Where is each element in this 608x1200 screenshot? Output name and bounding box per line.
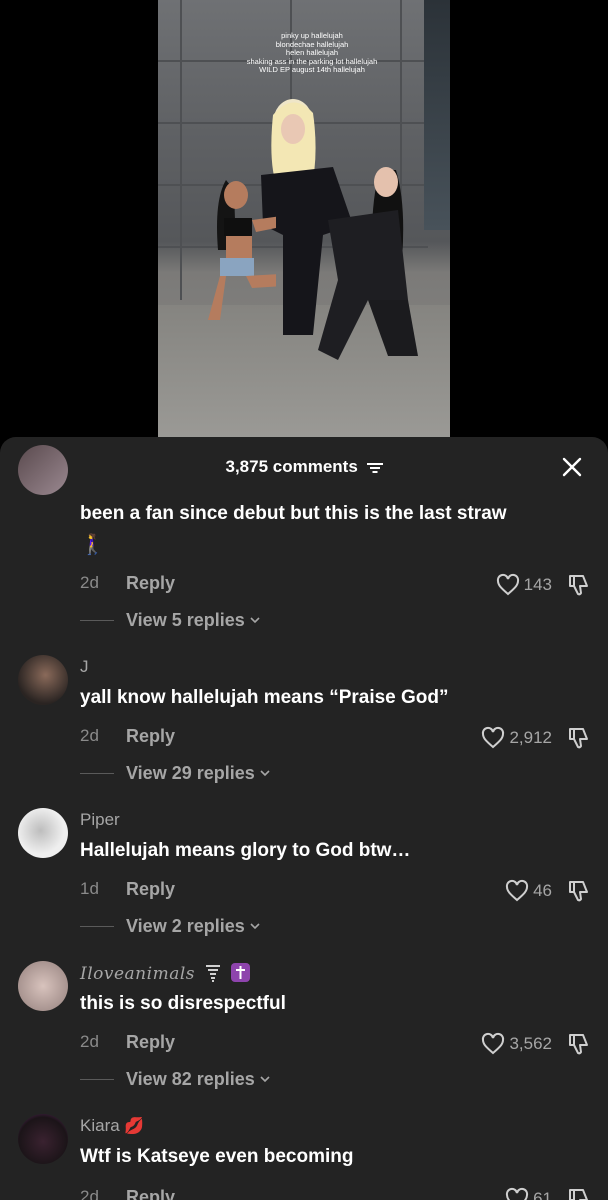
username-text: Kiara — [80, 1116, 120, 1135]
view-replies-label[interactable]: View 2 replies — [126, 916, 245, 937]
comment-username[interactable]: J — [80, 657, 89, 677]
view-replies[interactable]: View 5 replies — [80, 609, 261, 631]
like-count: 46 — [533, 881, 552, 900]
dislike-icon[interactable] — [566, 1032, 590, 1056]
comment-count-header: 3,875 comments — [0, 457, 608, 477]
heart-icon[interactable] — [481, 726, 505, 750]
dislike-icon[interactable] — [566, 1187, 590, 1200]
like-group: 143 — [496, 573, 590, 597]
like-group: 2,912 — [481, 726, 590, 750]
avatar[interactable] — [18, 445, 68, 495]
comment-emoji: 🚶‍♀️ — [80, 534, 105, 556]
comment-time: 2d — [80, 1032, 99, 1051]
comment-time: 1d — [80, 879, 99, 898]
replies-divider — [80, 925, 114, 927]
chevron-down-icon — [250, 923, 260, 930]
view-replies-label[interactable]: View 5 replies — [126, 610, 245, 631]
comments-sheet: 3,875 comments been a fan since debut bu… — [0, 437, 608, 1200]
comment-meta: 2d Reply 143 — [80, 573, 590, 597]
reply-button[interactable]: Reply — [126, 1187, 175, 1200]
chevron-down-icon — [260, 770, 270, 777]
view-replies[interactable]: View 82 replies — [80, 1068, 271, 1090]
replies-divider — [80, 1078, 114, 1080]
avatar[interactable] — [18, 655, 68, 705]
heart-icon[interactable] — [505, 1187, 529, 1200]
replies-divider — [80, 619, 114, 621]
comment-username[interactable]: Kiara 💋 — [80, 1116, 144, 1136]
close-icon[interactable] — [561, 456, 583, 478]
video-frame[interactable]: pinky up hallelujah blondechae halleluja… — [158, 0, 450, 440]
view-replies[interactable]: View 2 replies — [80, 915, 261, 937]
overlay-line: WILD EP august 14th hallelujah — [259, 65, 365, 75]
comment-text: yall know hallelujah means “Praise God” — [80, 687, 449, 708]
comment-meta: 2d Reply 3,562 — [80, 1032, 590, 1056]
comment-text: Hallelujah means glory to God btw… — [80, 840, 411, 861]
comment-text: Wtf is Katseye even becoming — [80, 1146, 354, 1167]
reply-button[interactable]: Reply — [126, 1032, 175, 1053]
like-count: 3,562 — [509, 1034, 552, 1053]
like-count: 61 — [533, 1189, 552, 1200]
like-group: 61 — [505, 1187, 590, 1200]
avatar[interactable] — [18, 1114, 68, 1164]
comment-time: 2d — [80, 1187, 99, 1200]
sort-lines-icon[interactable] — [366, 461, 383, 475]
chevron-down-icon — [260, 1076, 270, 1083]
comment-text: been a fan since debut but this is the l… — [80, 503, 507, 525]
comments-header: 3,875 comments — [0, 437, 608, 495]
chevron-down-icon — [250, 617, 260, 624]
comment-meta: 2d Reply 61 — [80, 1187, 590, 1200]
avatar[interactable] — [18, 808, 68, 858]
view-replies-label[interactable]: View 29 replies — [126, 763, 255, 784]
video-player[interactable]: pinky up hallelujah blondechae halleluja… — [0, 0, 608, 440]
reply-button[interactable]: Reply — [126, 573, 175, 594]
kiss-icon: 💋 — [124, 1118, 145, 1135]
comment-meta: 1d Reply 46 — [80, 879, 590, 903]
cross-icon — [230, 963, 250, 982]
username-text: Iloveanimals — [80, 964, 195, 984]
heart-icon[interactable] — [496, 573, 520, 597]
avatar[interactable] — [18, 961, 68, 1011]
like-group: 46 — [505, 879, 590, 903]
dislike-icon[interactable] — [566, 573, 590, 597]
person-right — [318, 167, 418, 360]
reply-button[interactable]: Reply — [126, 879, 175, 900]
comment-time: 2d — [80, 573, 99, 592]
comment-username[interactable]: Iloveanimals — [80, 963, 250, 984]
like-count: 2,912 — [509, 728, 552, 747]
dislike-icon[interactable] — [566, 726, 590, 750]
reply-button[interactable]: Reply — [126, 726, 175, 747]
person-left — [208, 180, 276, 320]
comment-count: 3,875 comments — [225, 457, 358, 476]
like-group: 3,562 — [481, 1032, 590, 1056]
comment-meta: 2d Reply 2,912 — [80, 726, 590, 750]
heart-icon[interactable] — [505, 879, 529, 903]
heart-icon[interactable] — [481, 1032, 505, 1056]
comment-username[interactable]: Piper — [80, 810, 120, 830]
tornado-icon — [205, 965, 220, 982]
comment-text: this is so disrespectful — [80, 993, 286, 1014]
view-replies[interactable]: View 29 replies — [80, 762, 271, 784]
comment-body: been a fan since debut but this is the l… — [80, 503, 507, 524]
like-count: 143 — [523, 575, 552, 594]
dislike-icon[interactable] — [566, 879, 590, 903]
replies-divider — [80, 772, 114, 774]
comment-time: 2d — [80, 726, 99, 745]
view-replies-label[interactable]: View 82 replies — [126, 1069, 255, 1090]
video-caption-overlay: pinky up hallelujah blondechae halleluja… — [158, 31, 450, 75]
